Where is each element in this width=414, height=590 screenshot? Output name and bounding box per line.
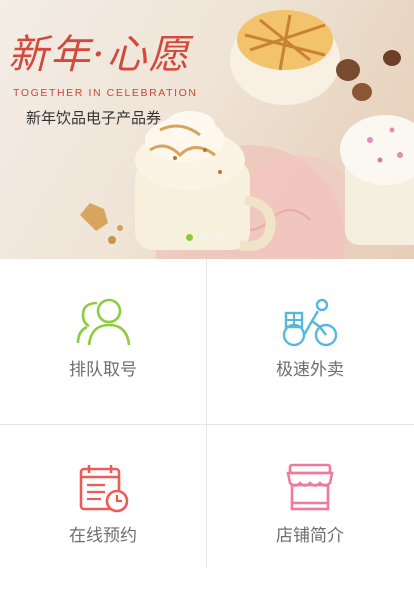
users-icon — [76, 298, 131, 346]
banner-title: 新年·心愿 — [8, 32, 191, 78]
banner-subtitle-en: TOGETHER IN CELEBRATION — [13, 87, 198, 99]
menu-item-delivery[interactable]: 极速外卖 — [207, 259, 413, 424]
menu-item-store-intro[interactable]: 店铺简介 — [207, 425, 413, 590]
storefront-icon — [286, 463, 334, 511]
carousel-indicator — [186, 234, 225, 241]
carousel-dot[interactable] — [218, 234, 225, 241]
delivery-bike-icon — [282, 298, 338, 347]
menu-item-label: 店铺简介 — [276, 526, 344, 546]
menu-item-label: 极速外卖 — [276, 360, 344, 380]
promo-banner[interactable]: 新年·心愿 TOGETHER IN CELEBRATION 新年饮品电子产品券 — [0, 0, 414, 259]
menu-item-reservation[interactable]: 在线预约 — [0, 425, 206, 590]
menu-item-queue[interactable]: 排队取号 — [0, 259, 206, 424]
menu-item-label: 排队取号 — [69, 360, 137, 380]
calendar-clock-icon — [79, 465, 129, 513]
feature-menu-grid: 排队取号 极速外卖 在线预约 店铺简介 — [0, 259, 414, 568]
carousel-dot[interactable] — [186, 234, 193, 241]
carousel-dot[interactable] — [202, 234, 209, 241]
menu-item-label: 在线预约 — [69, 526, 137, 546]
banner-subtitle-cn: 新年饮品电子产品券 — [26, 109, 162, 127]
